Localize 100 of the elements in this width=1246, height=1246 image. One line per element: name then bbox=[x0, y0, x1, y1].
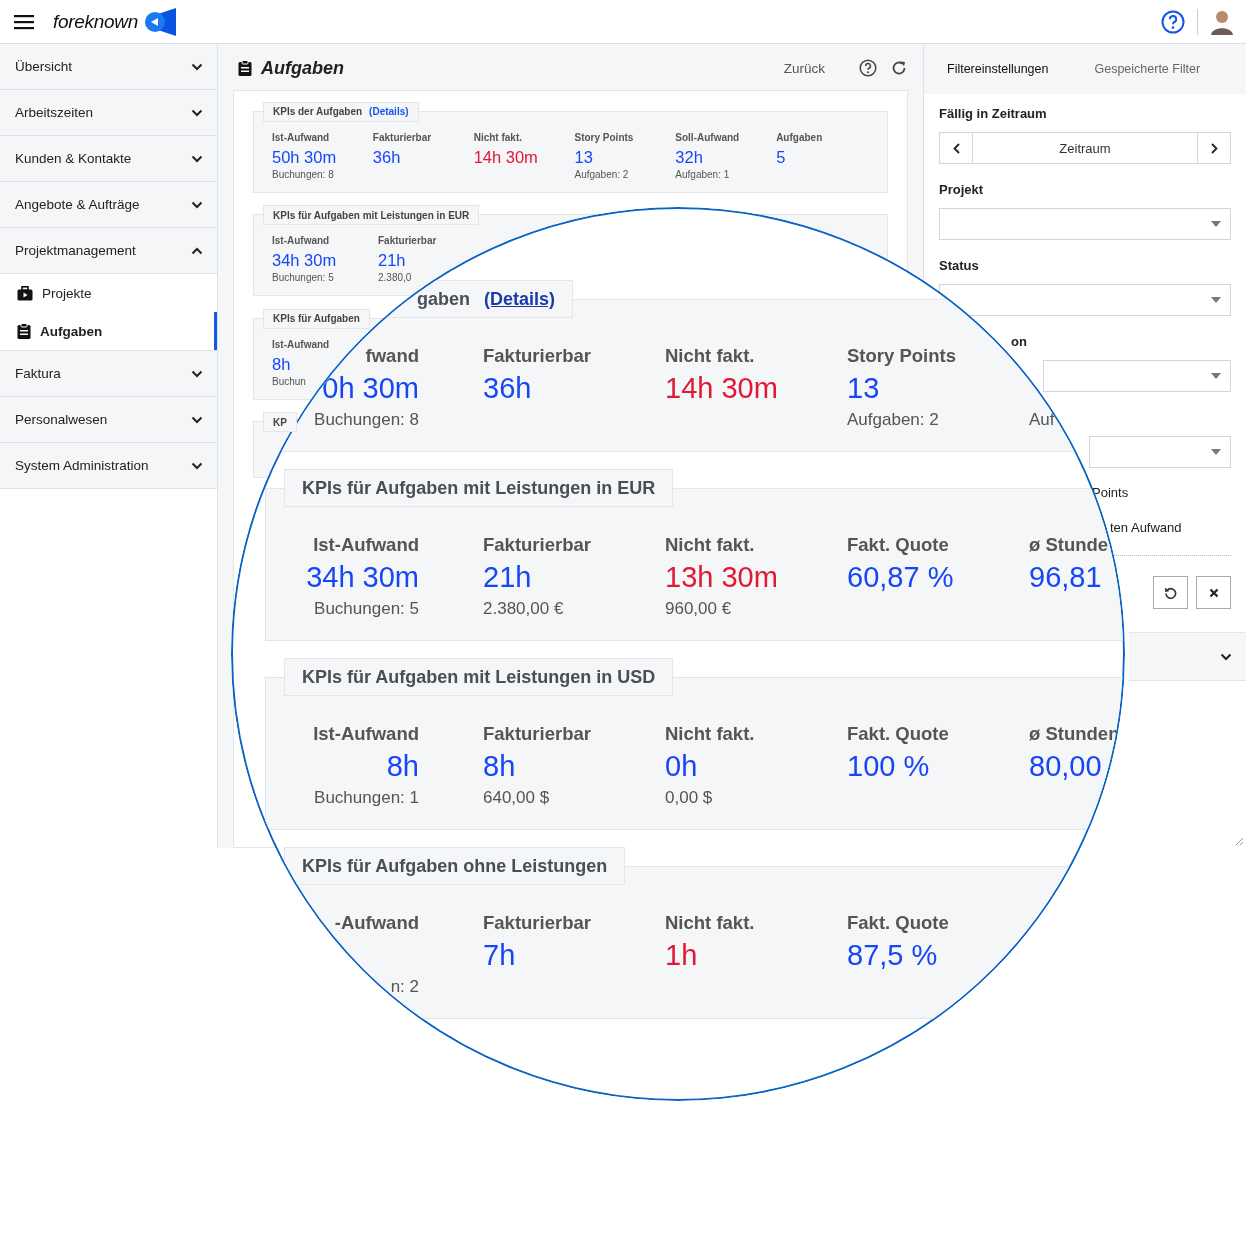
kpi-value: 14h 30m bbox=[665, 371, 779, 406]
select-field[interactable] bbox=[1043, 360, 1231, 392]
avatar-icon[interactable] bbox=[1210, 8, 1234, 35]
resize-handle-icon[interactable] bbox=[1234, 836, 1244, 846]
kpi-label: Fakturierbar bbox=[483, 344, 592, 368]
chevron-up-icon bbox=[191, 246, 203, 255]
dropdown-caret-icon[interactable] bbox=[1211, 373, 1221, 379]
filter-tab[interactable]: Gespeicherte Filter bbox=[1094, 62, 1201, 76]
dropdown-caret-icon[interactable] bbox=[1211, 297, 1221, 303]
kpi-label: Nicht fakt. bbox=[665, 344, 756, 368]
field-label: on bbox=[1011, 334, 1027, 350]
chevron-left-icon bbox=[952, 142, 960, 154]
kpi-value: 8h bbox=[483, 749, 517, 784]
briefcase-icon bbox=[17, 285, 33, 301]
clipboard-icon bbox=[238, 60, 252, 76]
kpi-label: Fakt. Quote bbox=[847, 722, 950, 746]
kpi-note: Buchungen: 5 bbox=[272, 271, 334, 285]
close-icon bbox=[1208, 587, 1219, 598]
legend-title: KPIs für Aufgaben mit Leistungen in EUR bbox=[302, 477, 656, 499]
kpi-label: Fakturierbar bbox=[378, 235, 437, 248]
select-field[interactable] bbox=[939, 208, 1231, 240]
field-label: Status bbox=[939, 258, 979, 274]
kpi-label: Fakt. Quote bbox=[847, 911, 950, 935]
kpi-value: 32h bbox=[675, 146, 703, 168]
kpi-value: 8h bbox=[272, 353, 291, 375]
kpi-value: 1h bbox=[665, 938, 699, 973]
sidebar-item[interactable]: System Administration bbox=[0, 443, 217, 489]
back-link[interactable]: Zurück bbox=[783, 60, 825, 76]
kpi-note: Aufgaben: 2 bbox=[574, 167, 629, 182]
clear-button[interactable] bbox=[1196, 576, 1231, 609]
kpi-label: Nicht fakt. bbox=[473, 131, 522, 145]
kpi-note: n: 2 bbox=[389, 976, 419, 998]
kpi-note: Buchungen: 5 bbox=[313, 598, 419, 620]
sidebar-item[interactable]: Angebote & Aufträge bbox=[0, 182, 217, 228]
kpi-value: 34h 30m bbox=[272, 250, 337, 271]
kpi-value: 13 bbox=[847, 371, 881, 406]
reset-button[interactable] bbox=[1153, 576, 1188, 609]
sidebar-item[interactable]: Personalwesen bbox=[0, 397, 217, 443]
kpi-value: 87,5 % bbox=[847, 938, 939, 973]
chevron-down-icon bbox=[191, 200, 203, 209]
kpi-label: Story Points bbox=[847, 344, 957, 368]
kpi-label: Ist-Aufwand bbox=[312, 533, 419, 557]
refresh-icon[interactable] bbox=[891, 60, 907, 76]
menu-icon[interactable] bbox=[14, 13, 34, 30]
select-field[interactable] bbox=[1089, 436, 1231, 468]
kpi-note: Buchungen: 8 bbox=[272, 167, 334, 182]
kpi-value: 13 bbox=[574, 146, 593, 168]
chevron-down-icon bbox=[191, 62, 203, 71]
legend-title: gaben bbox=[416, 288, 470, 310]
sidebar-item[interactable]: Kunden & Kontakte bbox=[0, 136, 217, 182]
kpi-label: Fakturierbar bbox=[372, 131, 432, 145]
details-link[interactable]: (Details) bbox=[484, 288, 555, 310]
field-label: Fällig in Zeitraum bbox=[939, 106, 1047, 122]
kpi-value: 100 % bbox=[847, 749, 931, 784]
legend-title: KPIs für Aufgaben bbox=[273, 313, 360, 324]
help-icon[interactable] bbox=[859, 59, 877, 77]
kpi-label: Story Points bbox=[574, 131, 634, 145]
clipboard-icon bbox=[17, 323, 31, 339]
kpi-value: 80,00 bbox=[1029, 749, 1103, 784]
kpi-label: -Aufwand bbox=[333, 911, 419, 935]
sidebar-item[interactable]: Arbeitszeiten bbox=[0, 90, 217, 136]
chevron-down-icon bbox=[191, 415, 203, 424]
kpi-value: 60,87 % bbox=[847, 560, 955, 595]
kpi-value: 5 bbox=[776, 146, 786, 168]
kpi-label: Ist-Aufwand bbox=[272, 131, 330, 145]
kpi-value: 36h bbox=[372, 146, 401, 168]
help-icon[interactable] bbox=[1161, 9, 1185, 34]
chevron-down-icon bbox=[191, 154, 203, 163]
kpi-label: Ist-Aufwand bbox=[272, 235, 330, 248]
kpi-label: Soll-Aufwand bbox=[675, 131, 740, 145]
dropdown-caret-icon[interactable] bbox=[1211, 449, 1221, 455]
kpi-note: 640,00 $ bbox=[483, 787, 551, 809]
kpi-note: 960,00 € bbox=[665, 598, 733, 620]
kpi-label: Fakturierbar bbox=[483, 722, 592, 746]
select-field[interactable] bbox=[939, 284, 1231, 316]
sidebar-item[interactable]: Faktura bbox=[0, 351, 217, 397]
kpi-note: Buchungen: 1 bbox=[313, 787, 419, 809]
kpi-label: Nicht fakt. bbox=[665, 533, 756, 557]
kpi-value: 21h bbox=[378, 250, 406, 271]
filter-tab[interactable]: Filtereinstellungen bbox=[947, 62, 1049, 76]
checkbox-label[interactable]: ten Aufwand bbox=[1110, 520, 1182, 536]
sidebar-item[interactable]: Projektmanagement bbox=[0, 228, 217, 274]
kpi-label: Nicht fakt. bbox=[665, 911, 756, 935]
chevron-down-icon bbox=[191, 369, 203, 378]
details-link[interactable]: (Details) bbox=[369, 106, 409, 117]
kpi-value: 21h bbox=[483, 560, 533, 595]
kpi-label: Fakturierbar bbox=[483, 911, 592, 935]
kpi-label: Ist-Aufwand bbox=[272, 338, 330, 352]
logo-icon bbox=[142, 6, 177, 37]
dropdown-caret-icon[interactable] bbox=[1211, 221, 1221, 227]
legend-title: KPIs für Aufgaben mit Leistungen in USD bbox=[302, 666, 656, 688]
sidebar-item[interactable]: Übersicht bbox=[0, 44, 217, 90]
kpi-value: 13h 30m bbox=[665, 560, 779, 595]
legend-title: KP bbox=[273, 416, 287, 428]
kpi-note: Buchun bbox=[272, 374, 306, 389]
field-label: Projekt bbox=[939, 182, 984, 198]
kpi-value: 14h 30m bbox=[473, 146, 538, 168]
legend-title: KPIs für Aufgaben ohne Leistungen bbox=[302, 855, 608, 877]
kpi-note: Aufgaben: 1 bbox=[675, 167, 730, 182]
kpi-note: Aufgaben: 2 bbox=[847, 409, 940, 431]
